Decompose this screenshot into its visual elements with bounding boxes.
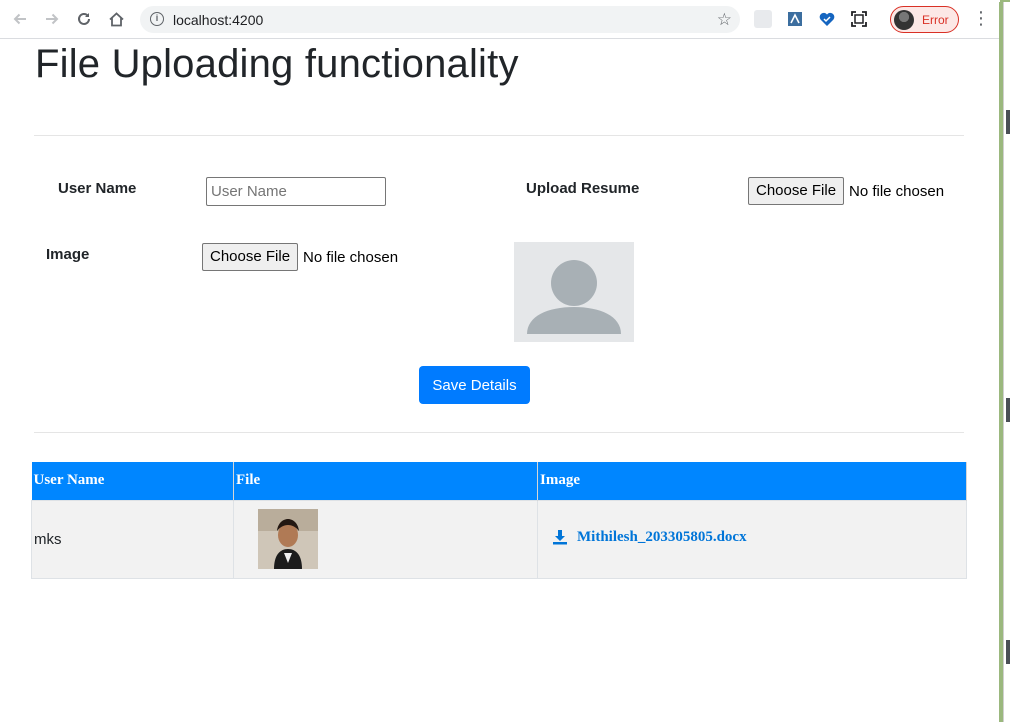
- resume-download-link[interactable]: Mithilesh_203305805.docx: [552, 529, 747, 546]
- username-label: User Name: [58, 180, 137, 197]
- table-row: mks Mithilesh_203305805.docx: [31, 499, 967, 579]
- resume-file-status: No file chosen: [849, 183, 945, 200]
- profile-error-button[interactable]: Error: [890, 6, 959, 33]
- extension-icon[interactable]: [786, 10, 804, 28]
- address-bar[interactable]: i localhost:4200 ☆: [140, 6, 740, 33]
- user-photo-thumbnail: [258, 509, 318, 569]
- background-window-mark: [1006, 110, 1010, 134]
- image-choose-file-button[interactable]: Choose File: [202, 243, 299, 271]
- cell-image: Mithilesh_203305805.docx: [537, 499, 967, 579]
- uploads-table: User Name File Image mks Mithilesh_20330…: [31, 462, 967, 579]
- divider: [34, 432, 964, 433]
- background-window-mark: [1006, 640, 1010, 664]
- column-header-user-name: User Name: [31, 462, 234, 500]
- divider: [34, 135, 964, 136]
- browser-menu-icon[interactable]: ⋮: [972, 8, 990, 28]
- browser-toolbar: i localhost:4200 ☆ Error ⋮: [0, 0, 1000, 39]
- column-header-image: Image: [537, 462, 967, 500]
- download-icon: [553, 530, 567, 545]
- save-details-button[interactable]: Save Details: [419, 366, 530, 404]
- username-input[interactable]: [206, 177, 386, 206]
- heart-extension-icon[interactable]: [818, 10, 836, 28]
- resume-choose-file-button[interactable]: Choose File: [748, 177, 845, 205]
- bookmark-star-icon[interactable]: ☆: [717, 10, 732, 30]
- resume-file-name: Mithilesh_203305805.docx: [577, 528, 747, 545]
- profile-status-label: Error: [922, 13, 949, 27]
- screen-capture-icon[interactable]: [850, 10, 868, 28]
- cell-file: [233, 499, 538, 579]
- url-text[interactable]: localhost:4200: [173, 12, 263, 28]
- upload-resume-label: Upload Resume: [526, 180, 640, 197]
- user-placeholder-icon: [514, 242, 634, 342]
- extension-icon[interactable]: [754, 10, 772, 28]
- back-icon[interactable]: [10, 9, 30, 29]
- image-label: Image: [46, 246, 90, 263]
- cell-user-name: mks: [31, 499, 234, 579]
- table-header-row: User Name File Image: [31, 462, 967, 500]
- reload-icon[interactable]: [74, 9, 94, 29]
- site-info-icon[interactable]: i: [150, 12, 164, 26]
- forward-icon[interactable]: [42, 9, 62, 29]
- avatar: [894, 10, 914, 30]
- image-file-status: No file chosen: [303, 249, 399, 266]
- background-window-mark: [1006, 398, 1010, 422]
- home-icon[interactable]: [106, 9, 126, 29]
- page-title: File Uploading functionality: [35, 42, 519, 86]
- column-header-file: File: [233, 462, 538, 500]
